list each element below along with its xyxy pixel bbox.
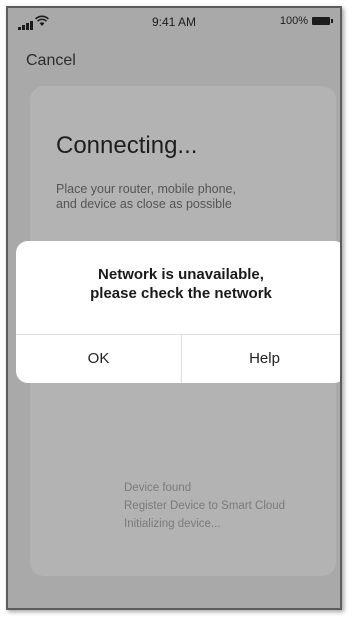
alert-message: Network is unavailable, please check the… xyxy=(90,266,272,302)
instruction-text: Place your router, mobile phone, and dev… xyxy=(56,182,236,211)
step-register-device: Register Device to Smart Cloud xyxy=(124,500,286,512)
page-title: Connecting... xyxy=(56,132,198,159)
step-device-found: Device found xyxy=(124,482,192,494)
help-button[interactable]: Help xyxy=(182,335,340,383)
cancel-button[interactable]: Cancel xyxy=(26,52,76,70)
phone-screen: 9:41 AM 100% Cancel Connecting... Place … xyxy=(6,6,342,610)
status-bar: 9:41 AM 100% xyxy=(8,8,340,38)
battery-icon xyxy=(312,17,333,25)
progress-steps: Device found Register Device to Smart Cl… xyxy=(124,479,285,533)
ok-button[interactable]: OK xyxy=(16,335,181,383)
battery-percent: 100% xyxy=(279,15,308,27)
step-initializing: Initializing device... xyxy=(124,518,221,530)
network-alert-dialog: Network is unavailable, please check the… xyxy=(16,241,340,383)
